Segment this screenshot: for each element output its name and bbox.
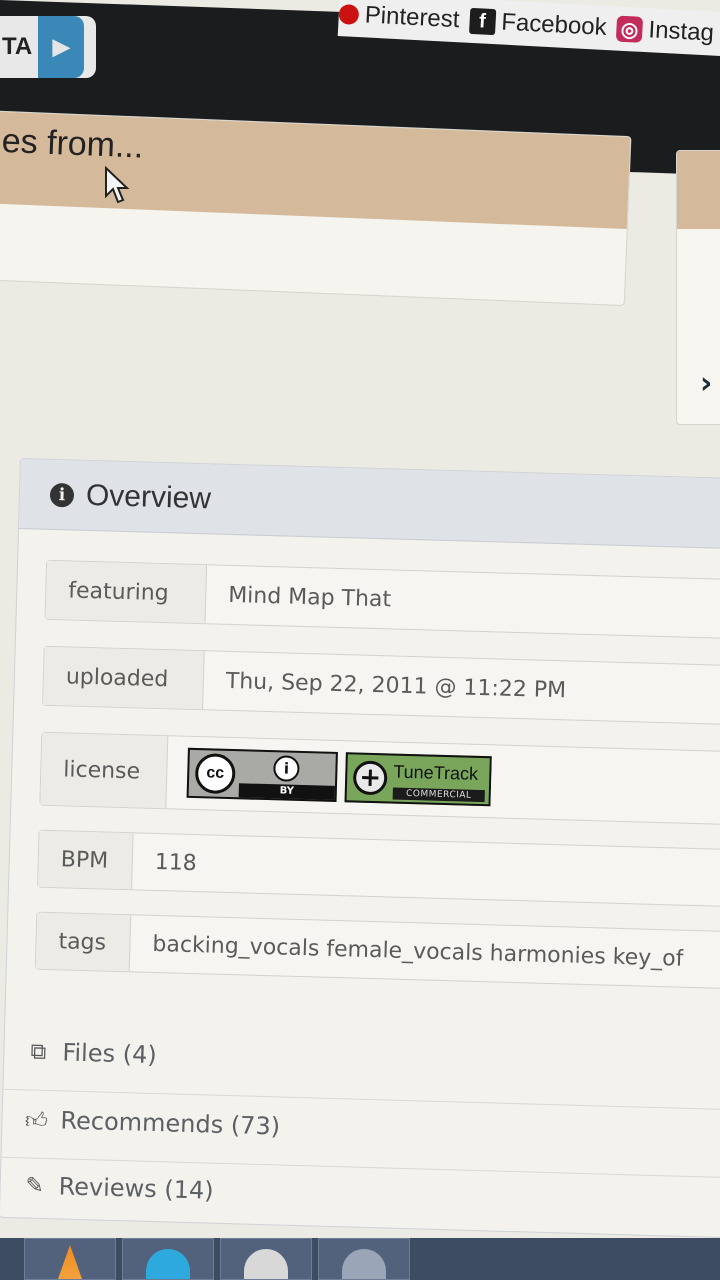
vlc-icon xyxy=(58,1245,82,1279)
tunetrack-label: TuneTrack xyxy=(393,761,479,784)
overview-title: Overview xyxy=(85,478,212,515)
instagram-icon: ◎ xyxy=(615,15,644,43)
files-section-link[interactable]: ⧉ Files (4) xyxy=(26,1037,157,1069)
plus-icon: + xyxy=(352,760,388,796)
os-taskbar xyxy=(0,1238,720,1280)
files-label: Files (4) xyxy=(62,1038,158,1070)
meta-key: license xyxy=(40,732,169,809)
related-card-next[interactable] xyxy=(676,150,720,425)
play-icon[interactable]: ▶ xyxy=(38,16,85,78)
social-link-instagram[interactable]: ◎ Instag xyxy=(615,15,715,48)
meta-key: uploaded xyxy=(43,646,205,710)
browser-icon xyxy=(342,1249,386,1279)
featuring-link[interactable]: Mind Map That xyxy=(205,565,392,628)
uploaded-value: Thu, Sep 22, 2011 @ 11:22 PM xyxy=(225,668,567,703)
mouse-cursor-icon xyxy=(105,166,130,204)
social-link-pinterest[interactable]: Pinterest xyxy=(338,0,460,34)
meta-row-uploaded: uploaded Thu, Sep 22, 2011 @ 11:22 PM xyxy=(42,645,720,726)
meta-key: tags xyxy=(35,912,132,972)
meta-row-tags: tags backing_vocals female_vocals harmon… xyxy=(34,911,720,990)
header-tab[interactable]: TA ▶ xyxy=(0,16,96,78)
skype-icon xyxy=(146,1249,190,1279)
files-icon: ⧉ xyxy=(30,1039,47,1065)
taskbar-app-button[interactable] xyxy=(220,1238,312,1280)
attribution-icon: i xyxy=(273,755,300,782)
social-label: Pinterest xyxy=(364,1,461,34)
pencil-icon: ✎ xyxy=(25,1172,45,1199)
reviews-section-link[interactable]: ✎ Reviews (14) xyxy=(22,1171,214,1204)
thumbs-up-icon: 👍︎ xyxy=(24,1107,49,1134)
social-label: Facebook xyxy=(500,8,608,41)
meta-row-featuring: featuring Mind Map That xyxy=(44,559,720,640)
meta-key: featuring xyxy=(45,560,208,624)
next-arrow-icon[interactable]: › xyxy=(700,366,712,401)
taskbar-vlc-button[interactable] xyxy=(24,1238,116,1280)
meta-row-license: license cc i BY + TuneTrack COMMERCIAL xyxy=(39,731,720,826)
creative-commons-icon: cc xyxy=(194,753,236,795)
overview-header: i Overview xyxy=(19,459,720,550)
header-tab-label: TA xyxy=(2,33,33,60)
related-card[interactable]: es from... xyxy=(0,110,632,307)
bpm-value: 118 xyxy=(154,849,198,876)
reviews-label: Reviews (14) xyxy=(58,1172,215,1205)
related-card-band xyxy=(677,151,720,229)
app-icon xyxy=(244,1249,288,1279)
taskbar-browser-button[interactable] xyxy=(318,1238,410,1280)
social-label: Instag xyxy=(647,16,715,47)
facebook-icon: f xyxy=(468,7,497,36)
taskbar-skype-button[interactable] xyxy=(122,1238,214,1280)
meta-row-bpm: BPM 118 xyxy=(37,829,720,908)
commercial-label: COMMERCIAL xyxy=(392,787,485,803)
by-label: BY xyxy=(238,783,335,800)
pinterest-icon xyxy=(338,3,360,26)
license-badges: cc i BY + TuneTrack COMMERCIAL xyxy=(166,736,492,817)
recommends-label: Recommends (73) xyxy=(60,1106,281,1141)
social-link-facebook[interactable]: f Facebook xyxy=(468,7,608,42)
info-icon: i xyxy=(49,482,75,508)
overview-panel: i Overview featuring Mind Map That uploa… xyxy=(0,458,720,1239)
meta-key: BPM xyxy=(38,830,134,890)
tunetrack-commercial-badge[interactable]: + TuneTrack COMMERCIAL xyxy=(344,752,492,807)
cc-by-license-badge[interactable]: cc i BY xyxy=(186,747,338,802)
tags-list[interactable]: backing_vocals female_vocals harmonies k… xyxy=(130,915,684,986)
recommends-section-link[interactable]: 👍︎ Recommends (73) xyxy=(24,1105,281,1141)
